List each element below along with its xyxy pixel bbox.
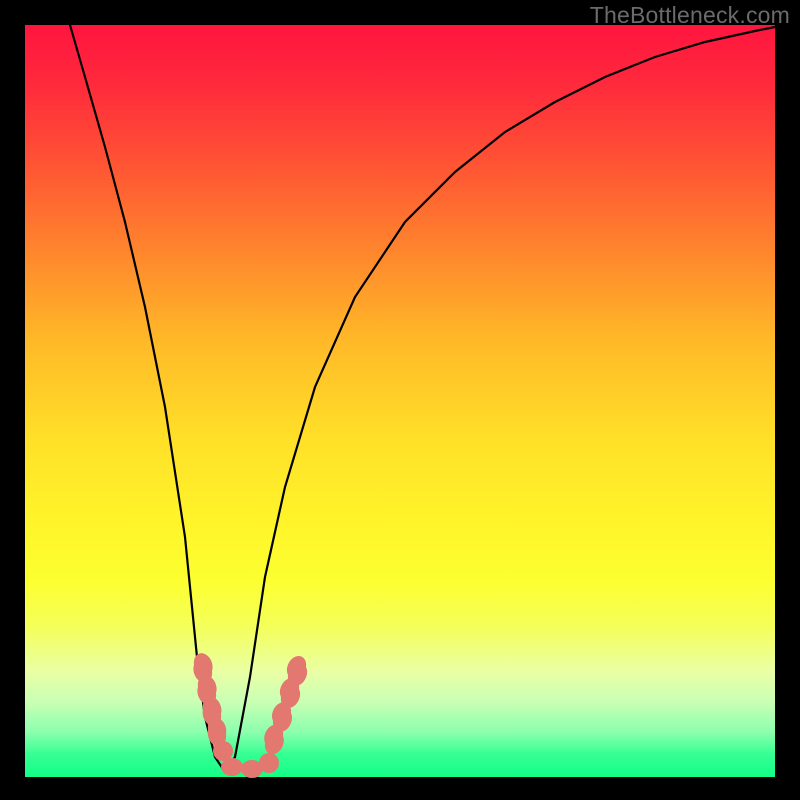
outer-frame: TheBottleneck.com [0,0,800,800]
bottleneck-curve [25,25,775,777]
curve-line [70,25,775,772]
plot-area [25,25,775,777]
watermark-text: TheBottleneck.com [590,2,790,29]
